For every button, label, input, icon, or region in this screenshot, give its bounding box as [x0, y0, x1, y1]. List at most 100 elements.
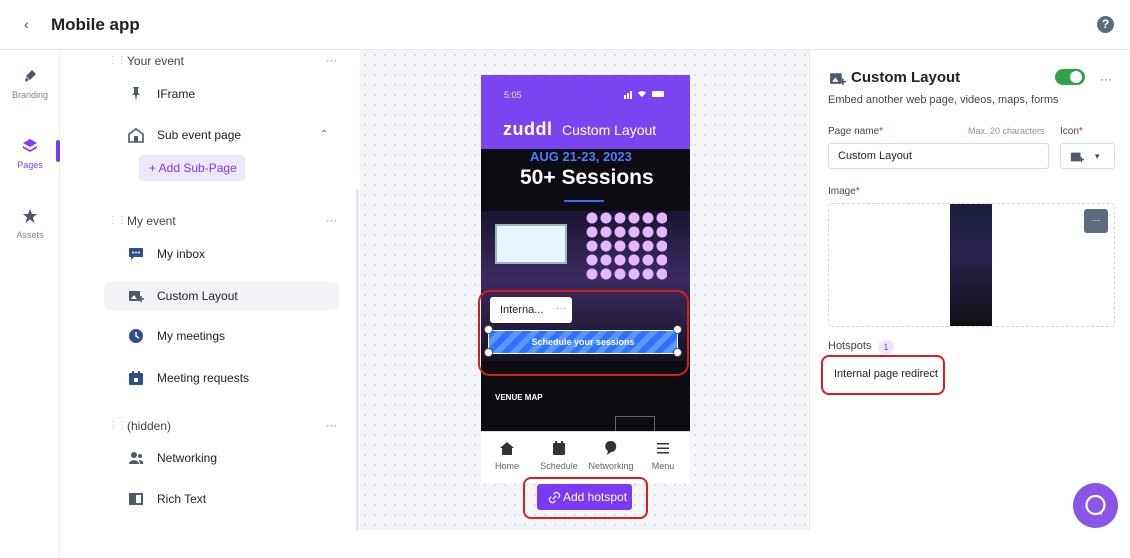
brand-logo: zuddl: [503, 119, 553, 139]
page-item-label: My meetings: [157, 329, 226, 343]
page-item-my-meetings[interactable]: My meetings: [104, 322, 339, 350]
hotspots-label: Hotspots: [828, 340, 872, 352]
nav-item-home[interactable]: Home: [481, 432, 533, 484]
layers-icon: [23, 139, 37, 152]
home-icon: [500, 442, 514, 455]
group-more-button[interactable]: ···: [326, 420, 337, 432]
nav-label: Schedule: [540, 461, 578, 471]
rail-label: Assets: [16, 230, 44, 240]
rail-label: Branding: [11, 90, 49, 100]
book-icon: [129, 493, 143, 505]
nav-label: Networking: [588, 461, 634, 471]
support-chat-button[interactable]: [1073, 483, 1118, 528]
venue-map-label: VENUE MAP: [495, 393, 543, 402]
chat-icon: [605, 441, 617, 455]
page-name-hint: Max. 20 characters: [968, 126, 1045, 136]
page-item-iframe[interactable]: IFrame: [104, 80, 339, 108]
page-item-label: Sub event page: [157, 128, 242, 142]
phone-header: 5:05 zuddl Custom Layout: [481, 75, 690, 149]
resize-handle[interactable]: [673, 348, 682, 357]
calendar-icon: [129, 371, 143, 385]
nav-item-menu[interactable]: Menu: [637, 432, 689, 484]
page-item-label: Meeting requests: [157, 371, 250, 385]
phone-preview: 5:05 zuddl Custom Layout AUG 21-23, 2023…: [481, 75, 690, 483]
add-sub-page-button[interactable]: + Add Sub-Page: [139, 155, 245, 181]
drag-handle-icon[interactable]: ⋮⋮: [108, 55, 127, 66]
chevron-down-icon: ▾: [1095, 151, 1100, 161]
group-title-hidden: (hidden): [127, 419, 172, 433]
rail-item-pages[interactable]: Pages: [0, 138, 60, 170]
drag-handle-icon[interactable]: ⋮⋮: [108, 215, 127, 226]
page-title: Mobile app: [51, 15, 140, 34]
pin-icon: [132, 87, 140, 101]
layout-image-thumbnail: [950, 204, 992, 326]
screen-title: Custom Layout: [562, 122, 657, 138]
stage-screen: [495, 224, 567, 264]
status-icons: [624, 91, 664, 99]
event-sessions: 50+ Sessions: [520, 166, 654, 189]
resize-handle[interactable]: [673, 325, 682, 334]
page-name-label: Page name*: [828, 126, 884, 137]
image-label: Image*: [828, 186, 860, 197]
hotspots-count-badge: 1: [878, 340, 894, 354]
page-item-label: My inbox: [157, 247, 206, 261]
clock-icon: [129, 329, 143, 343]
custom-layout-icon: [830, 73, 846, 85]
title-divider: [564, 200, 604, 202]
page-item-label: IFrame: [157, 87, 196, 101]
properties-title: Custom Layout: [851, 69, 961, 86]
chat-icon: [129, 248, 143, 260]
top-bar: ‹ Mobile app ?: [0, 0, 1130, 50]
page-item-custom-layout[interactable]: Custom Layout: [104, 282, 339, 310]
custom-layout-icon: [129, 291, 144, 302]
star-icon: [23, 209, 37, 223]
rail-label: Pages: [17, 160, 43, 170]
rail-item-branding[interactable]: Branding: [0, 68, 60, 100]
status-time: 5:05: [504, 90, 522, 100]
pages-scrollbar[interactable]: [356, 190, 359, 530]
icon-select[interactable]: [1060, 143, 1115, 169]
group-title-your-event: Your event: [127, 54, 184, 68]
hotspot-entry[interactable]: Internal page redirect: [834, 368, 938, 380]
group-title-my-event: My event: [127, 214, 176, 228]
nav-label: Menu: [651, 461, 675, 471]
nav-label: Home: [494, 461, 519, 471]
stage-lights: [585, 211, 667, 281]
group-more-button[interactable]: ···: [326, 215, 337, 227]
resize-handle[interactable]: [484, 325, 493, 334]
page-item-rich-text[interactable]: Rich Text: [104, 485, 339, 513]
toggle-knob: [1070, 71, 1082, 83]
resize-handle[interactable]: [484, 348, 493, 357]
sub-event-icon: [128, 128, 144, 143]
properties-subtitle: Embed another web page, videos, maps, fo…: [828, 94, 1059, 106]
brush-icon: [25, 70, 36, 82]
page-item-label: Networking: [157, 451, 218, 465]
page-name-input[interactable]: Custom Layout: [828, 143, 1049, 169]
page-item-my-inbox[interactable]: My inbox: [104, 240, 339, 268]
link-icon: [548, 491, 561, 504]
nav-rail: [0, 50, 60, 558]
help-icon[interactable]: ?: [1097, 16, 1114, 33]
chat-bubble-icon: [1085, 494, 1106, 516]
people-icon: [129, 452, 144, 464]
rail-item-assets[interactable]: Assets: [0, 208, 60, 240]
custom-layout-icon: [1070, 152, 1084, 163]
hotspot-more-button[interactable]: ···: [556, 303, 566, 314]
page-item-meeting-requests[interactable]: Meeting requests: [104, 364, 339, 392]
phone-bottom-nav: Home Schedule Networking Menu: [481, 431, 690, 483]
group-more-button[interactable]: ···: [326, 55, 337, 67]
page-item-label: Rich Text: [157, 492, 207, 506]
page-item-label: Custom Layout: [157, 289, 238, 303]
icon-label: Icon*: [1060, 126, 1083, 137]
event-date: AUG 21-23, 2023: [530, 149, 632, 164]
page-item-networking[interactable]: Networking: [104, 444, 339, 472]
drag-handle-icon[interactable]: ⋮⋮: [108, 420, 127, 431]
properties-more-button[interactable]: ···: [1100, 72, 1112, 86]
hotspot-text: Schedule your sessions: [531, 337, 635, 347]
calendar-icon: [553, 441, 565, 455]
back-button[interactable]: ‹: [24, 16, 29, 32]
image-more-button[interactable]: ···: [1084, 209, 1108, 233]
chevron-up-icon[interactable]: ⌃: [320, 129, 328, 140]
page-item-sub-event-page[interactable]: Sub event page: [104, 121, 339, 149]
menu-icon: [657, 443, 669, 454]
